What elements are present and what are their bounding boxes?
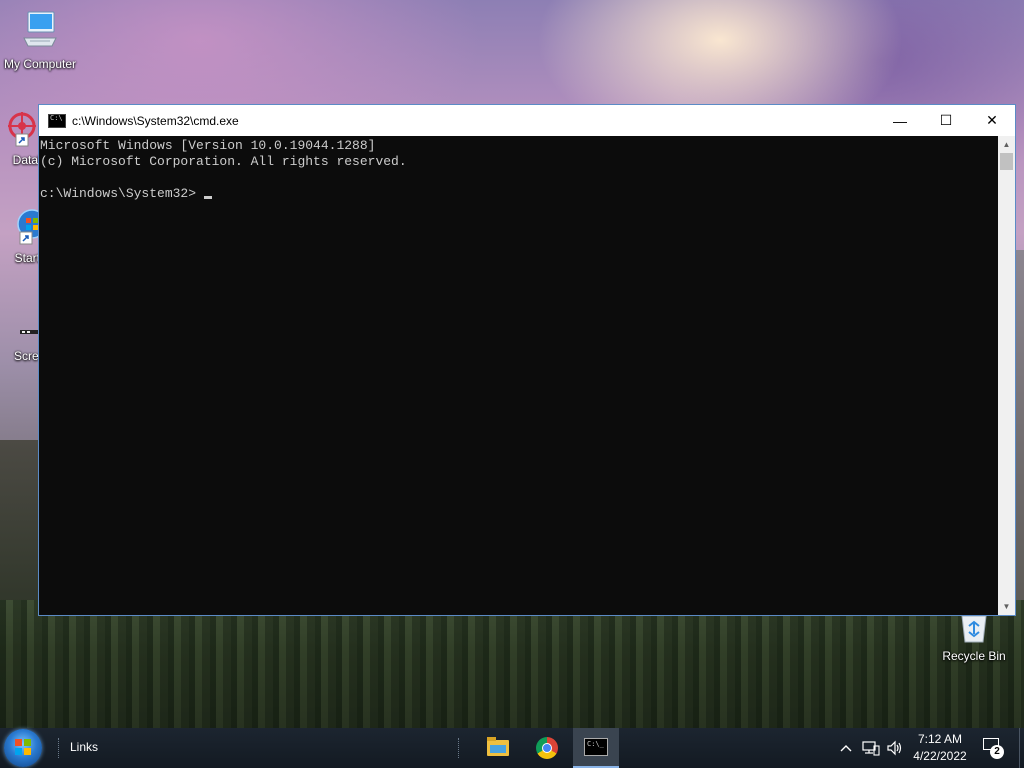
scroll-up-arrow-icon[interactable]: ▲ bbox=[998, 136, 1015, 153]
text-cursor bbox=[204, 196, 213, 199]
wallpaper-forest bbox=[0, 600, 1024, 728]
toolbar-separator[interactable] bbox=[458, 738, 461, 758]
scroll-down-arrow-icon[interactable]: ▼ bbox=[998, 598, 1015, 615]
desktop-icon-recycle-bin[interactable]: Recycle Bin bbox=[934, 612, 1014, 663]
window-titlebar[interactable]: c:\Windows\System32\cmd.exe — ☐ ✕ bbox=[39, 105, 1015, 136]
vertical-scrollbar[interactable]: ▲ ▼ bbox=[998, 136, 1015, 615]
show-desktop-button[interactable] bbox=[1019, 728, 1024, 768]
console-prompt-line: c:\Windows\System32> bbox=[40, 186, 999, 202]
toolbar-separator[interactable] bbox=[58, 738, 61, 758]
taskbar-app-cmd[interactable] bbox=[573, 728, 619, 768]
notification-count-badge: 2 bbox=[990, 745, 1004, 759]
recycle-bin-icon bbox=[961, 615, 987, 643]
action-center-button[interactable]: 2 bbox=[982, 736, 1004, 759]
console-line: (c) Microsoft Corporation. All rights re… bbox=[40, 154, 407, 169]
window-title: c:\Windows\System32\cmd.exe bbox=[72, 113, 239, 128]
desktop-icon-label: My Computer bbox=[3, 57, 77, 71]
taskbar-app-file-explorer[interactable] bbox=[475, 728, 521, 768]
console-line: Microsoft Windows [Version 10.0.19044.12… bbox=[40, 138, 376, 153]
links-toolbar[interactable]: Links bbox=[70, 740, 98, 754]
console-output[interactable]: Microsoft Windows [Version 10.0.19044.12… bbox=[39, 136, 999, 615]
chrome-icon bbox=[536, 737, 558, 759]
close-button[interactable]: ✕ bbox=[969, 105, 1015, 136]
clock-time: 7:12 AM bbox=[917, 732, 963, 746]
minimize-button[interactable]: — bbox=[877, 105, 923, 136]
folder-icon bbox=[487, 737, 509, 756]
show-hidden-icons-chevron-icon[interactable] bbox=[836, 728, 856, 768]
windows-logo-icon bbox=[15, 739, 31, 755]
cmd-icon bbox=[48, 113, 66, 128]
scrollbar-thumb[interactable] bbox=[1000, 153, 1013, 170]
console-prompt: c:\Windows\System32> bbox=[40, 186, 197, 201]
datawrangler-icon bbox=[8, 112, 36, 147]
maximize-button[interactable]: ☐ bbox=[923, 105, 969, 136]
wallpaper-cliff bbox=[0, 440, 40, 620]
desktop-icon-my-computer[interactable]: My Computer bbox=[0, 8, 80, 71]
cmd-icon bbox=[584, 738, 608, 756]
computer-icon bbox=[23, 11, 57, 47]
cmd-window[interactable]: c:\Windows\System32\cmd.exe — ☐ ✕ Micros… bbox=[38, 104, 1016, 616]
taskbar: Links 7:12 AM 4/22/2022 2 bbox=[0, 728, 1024, 768]
taskbar-app-chrome[interactable] bbox=[524, 728, 570, 768]
start-button[interactable] bbox=[4, 729, 42, 767]
desktop-icon-label: Recycle Bin bbox=[942, 649, 1006, 663]
network-icon[interactable] bbox=[860, 728, 882, 768]
taskbar-clock[interactable]: 7:12 AM 4/22/2022 bbox=[900, 731, 980, 765]
clock-date: 4/22/2022 bbox=[913, 749, 967, 763]
